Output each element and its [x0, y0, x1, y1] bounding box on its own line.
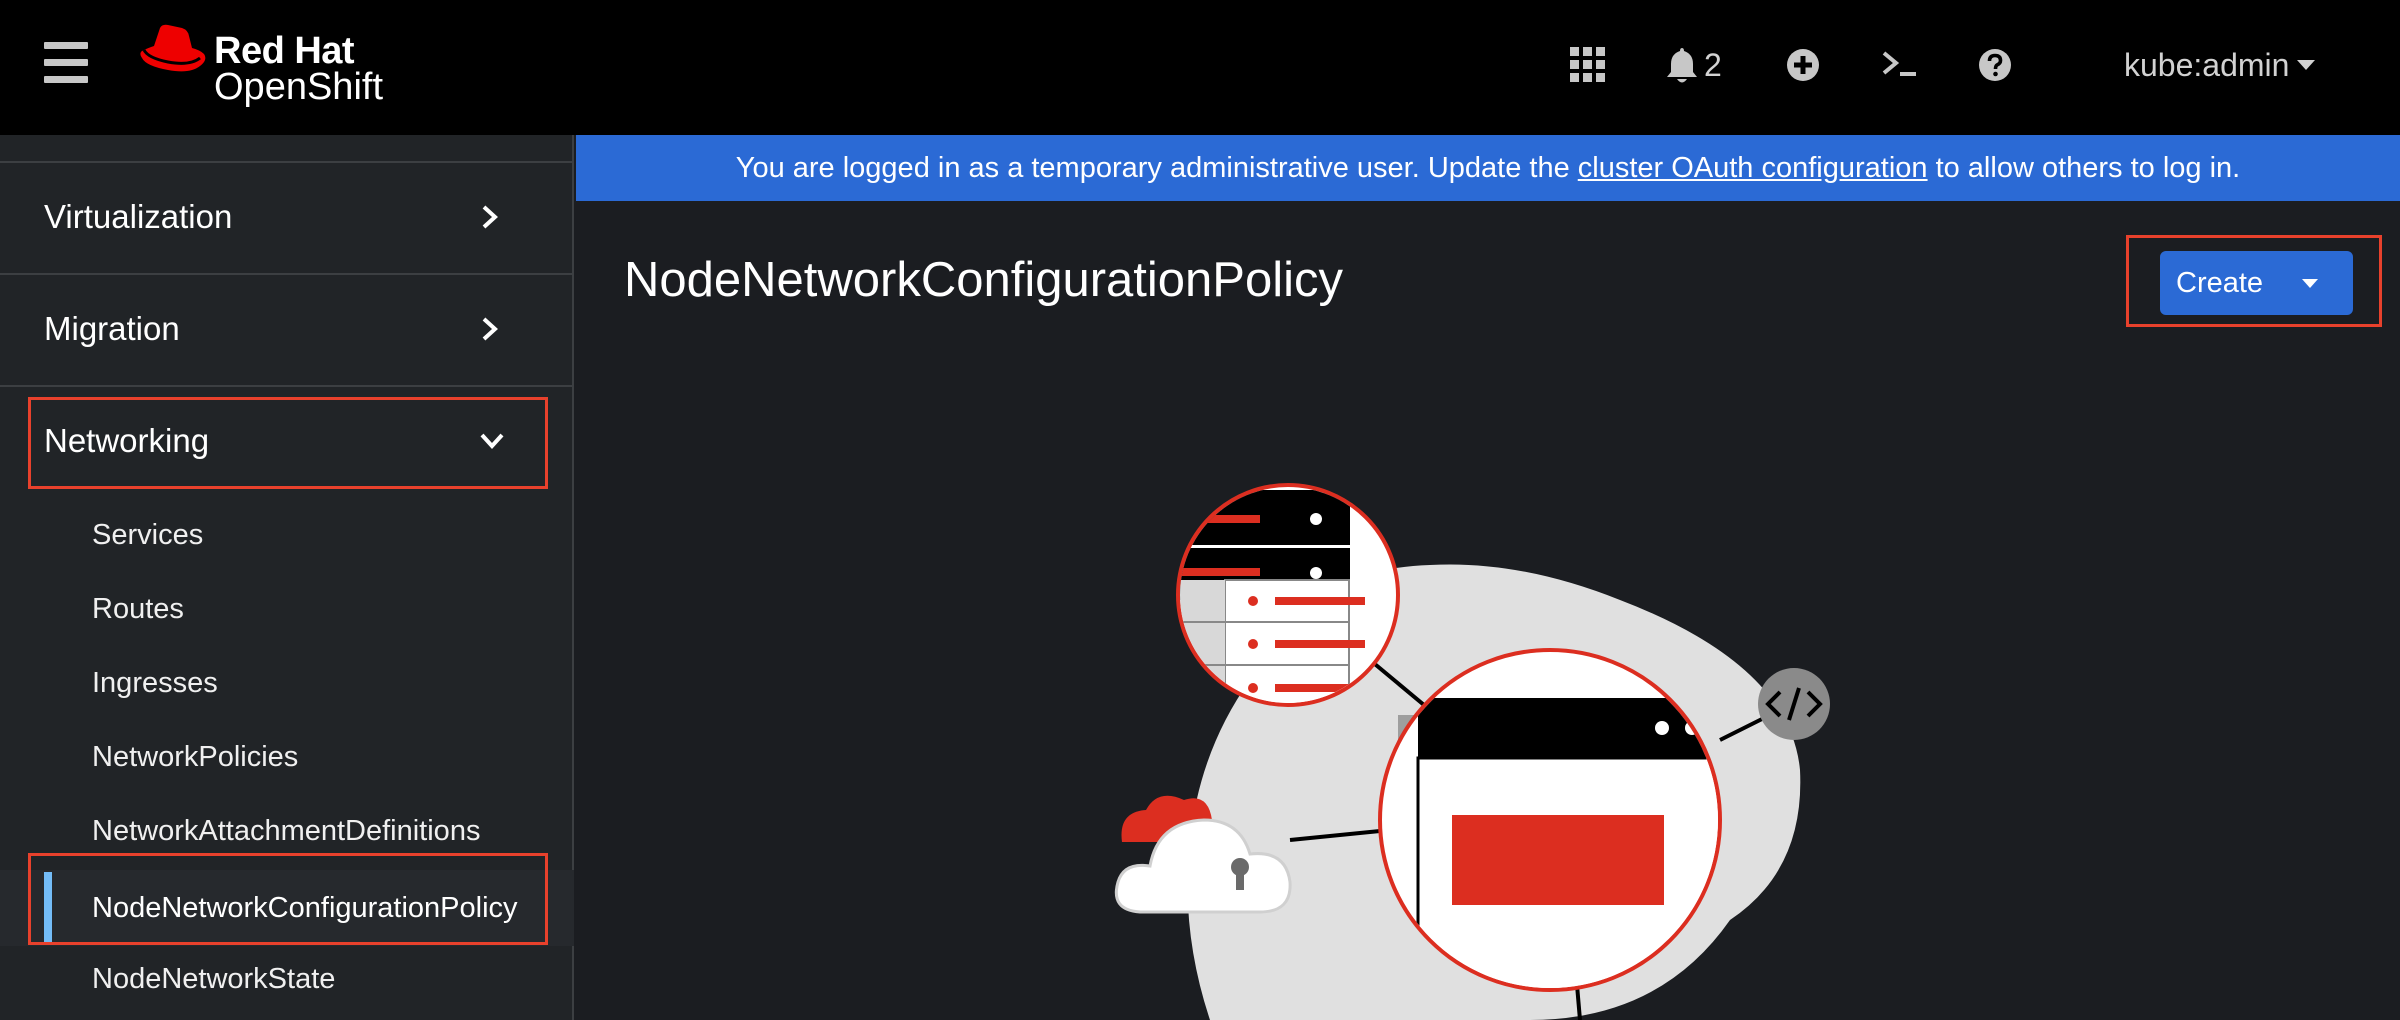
active-indicator — [44, 872, 52, 944]
page-title: NodeNetworkConfigurationPolicy — [624, 253, 1344, 307]
red-hat-logo-icon — [140, 24, 206, 72]
nav-section-label: Virtualization — [44, 198, 233, 235]
nav-section-label: Networking — [44, 422, 210, 459]
caret-down-icon — [2297, 60, 2316, 70]
notifications-button[interactable]: 2 — [1666, 44, 1722, 86]
nav-item-label: NodeNetworkConfigurationPolicy — [92, 891, 518, 924]
create-button-label: Create — [2176, 266, 2264, 299]
nav-item-services[interactable]: Services — [0, 500, 574, 570]
nav-item-label: NetworkPolicies — [92, 740, 299, 773]
caret-down-icon — [2302, 279, 2318, 288]
nav-item-networkpolicies[interactable]: NetworkPolicies — [0, 722, 574, 792]
help-icon[interactable] — [1978, 44, 2012, 86]
nav-section-label: Migration — [44, 310, 180, 347]
nav-item-networkattachmentdefinitions[interactable]: NetworkAttachmentDefinitions — [0, 796, 574, 866]
plus-circle-icon[interactable] — [1786, 44, 1820, 86]
notification-count: 2 — [1704, 46, 1722, 83]
create-button[interactable]: Create — [2160, 251, 2353, 315]
bell-icon — [1667, 48, 1697, 83]
app-launcher-icon[interactable] — [1570, 44, 1606, 86]
banner-text-before: You are logged in as a temporary adminis… — [735, 151, 1570, 184]
nav-item-nodenetworkconfigurationpolicy[interactable]: NodeNetworkConfigurationPolicy — [0, 870, 574, 946]
menu-icon[interactable] — [44, 42, 90, 84]
nav-section-virtualization[interactable]: Virtualization — [0, 163, 574, 271]
code-icon — [1758, 668, 1830, 740]
banner-text-after: to allow others to log in. — [1935, 151, 2241, 184]
user-name: kube:admin — [2124, 46, 2290, 83]
nav-section-migration[interactable]: Migration — [0, 275, 574, 383]
nav-item-label: Routes — [92, 592, 184, 625]
terminal-icon[interactable] — [1882, 44, 1918, 86]
nav-section-networking[interactable]: Networking — [0, 387, 574, 495]
cluster-oauth-link[interactable]: cluster OAuth configuration — [1578, 152, 1928, 185]
nav-item-routes[interactable]: Routes — [0, 574, 574, 644]
nav-item-label: NodeNetworkState — [92, 962, 336, 995]
admin-warning-banner: You are logged in as a temporary adminis… — [576, 135, 2400, 201]
server-stack-icon — [1176, 483, 1400, 707]
empty-state-illustration — [1114, 483, 1830, 1020]
nav-item-label: Ingresses — [92, 666, 218, 699]
sidebar-nav: Virtualization Migration Networking Serv… — [0, 135, 574, 1020]
nav-item-label: Services — [92, 518, 204, 551]
nav-item-label: NetworkAttachmentDefinitions — [92, 814, 481, 847]
chevron-right-icon — [482, 317, 498, 341]
masthead: Red Hat OpenShift 2 kube:admin — [0, 0, 2400, 135]
brand-logo[interactable]: Red Hat OpenShift — [138, 24, 398, 114]
nav-item-ingresses[interactable]: Ingresses — [0, 648, 574, 718]
nav-item-nodenetworkstate[interactable]: NodeNetworkState — [0, 944, 574, 1014]
chevron-right-icon — [482, 205, 498, 229]
user-menu-toggle[interactable]: kube:admin — [2124, 44, 2316, 86]
brand-line2: OpenShift — [214, 66, 383, 108]
chevron-down-icon — [480, 433, 504, 449]
